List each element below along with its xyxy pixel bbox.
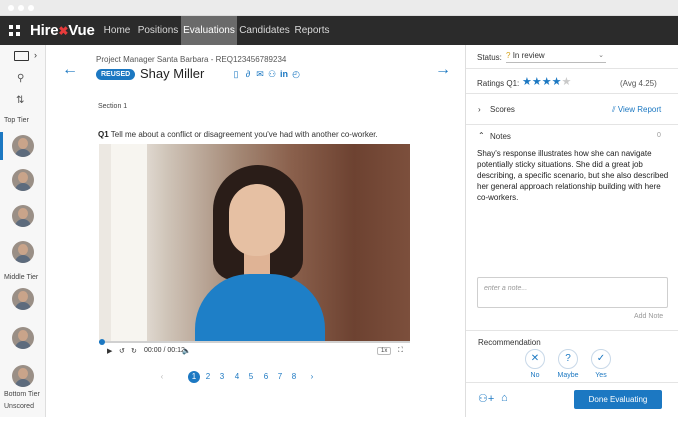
top-tier-label: Top Tier <box>4 117 29 124</box>
rewind-icon[interactable]: ↺ <box>119 347 125 355</box>
star-icon[interactable]: ★ <box>532 76 542 88</box>
evaluation-main: ← → Project Manager Santa Barbara - REQ1… <box>46 45 465 417</box>
notes-count: 0 <box>657 132 661 139</box>
selected-indicator <box>0 132 3 160</box>
question-icon: ? <box>558 349 578 369</box>
playback-speed[interactable]: 1x <box>377 347 392 355</box>
middle-tier-label: Middle Tier <box>4 274 39 281</box>
add-user-icon[interactable]: ⚇+ <box>478 392 494 405</box>
candidate-thumbnail[interactable] <box>12 241 34 263</box>
nav-candidates[interactable]: Candidates <box>237 16 292 45</box>
add-note-button[interactable]: Add Note <box>634 313 663 320</box>
sort-icon[interactable]: ⇅ <box>16 95 24 106</box>
list-view-icon[interactable] <box>14 51 29 61</box>
rating-stars[interactable]: ★★★★★ <box>522 75 571 88</box>
profile-icon[interactable]: ⚇ <box>266 69 278 80</box>
fullscreen-icon[interactable]: ⛶ <box>398 347 403 355</box>
page-bottom <box>0 417 678 435</box>
view-report-link[interactable]: ⫽ View Report <box>612 105 661 115</box>
evaluation-panel: Status: ? In review ⌄ Ratings Q1: ★★★★★ … <box>465 45 678 417</box>
window-dot-icon <box>18 5 24 11</box>
nav-positions[interactable]: Positions <box>134 16 182 45</box>
previous-candidate-arrow-icon[interactable]: ← <box>62 61 78 79</box>
pagination-next-icon[interactable]: › <box>306 371 318 383</box>
notes-text: Shay's response illustrates how she can … <box>477 149 669 202</box>
reused-badge: REUSED <box>96 69 136 80</box>
forward-icon[interactable]: ↻ <box>131 347 137 355</box>
question-text: Q1 Tell me about a conflict or disagreem… <box>98 130 378 139</box>
candidate-thumbnail[interactable] <box>12 327 34 349</box>
check-icon: ✓ <box>591 349 611 369</box>
volume-icon[interactable]: 🔈 <box>182 347 191 355</box>
candidate-thumbnail[interactable] <box>12 169 34 191</box>
ratings-row: Ratings Q1: ★★★★★ (Avg 4.25) <box>466 69 678 94</box>
search-icon[interactable]: ⚲ <box>17 73 24 84</box>
status-select[interactable]: ? In review ⌄ <box>506 51 606 63</box>
page-3[interactable]: 3 <box>216 371 228 383</box>
mail-icon[interactable]: ✉ <box>254 69 266 80</box>
candidate-name: Shay Miller <box>140 66 205 81</box>
status-row: Status: ? In review ⌄ <box>466 45 678 69</box>
chart-icon: ⫽ <box>612 105 616 114</box>
video-controls: ▶ ↺ ↻ 00:00 / 00:12 🔈 1x ⛶ <box>99 339 410 359</box>
scores-chevron-icon[interactable]: › <box>478 105 481 114</box>
status-icon: ? <box>506 51 511 60</box>
app-grid-icon[interactable] <box>9 25 20 36</box>
page-1[interactable]: 1 <box>188 371 200 383</box>
tag-icon[interactable]: ⌂ <box>501 392 508 404</box>
candidate-sidebar: › ⚲ ⇅ Top Tier Middle Tier Bottom Tier U… <box>0 45 46 417</box>
ratings-label: Ratings Q1: <box>477 79 520 88</box>
rating-average: (Avg 4.25) <box>620 79 657 88</box>
star-icon[interactable]: ★ <box>552 76 562 88</box>
done-evaluating-button[interactable]: Done Evaluating <box>574 390 662 409</box>
next-candidate-arrow-icon[interactable]: → <box>435 61 451 79</box>
candidate-thumbnail[interactable] <box>12 288 34 310</box>
nav-home[interactable]: Home <box>100 16 134 45</box>
candidate-tools: ▯ ∂ ✉ ⚇ in ◴ <box>230 69 302 80</box>
section-label: Section 1 <box>98 103 128 110</box>
attachment-icon[interactable]: ∂ <box>242 69 254 79</box>
candidate-thumbnail[interactable] <box>12 365 34 387</box>
bottom-tier-label: Bottom Tier <box>4 391 40 398</box>
requisition-title: Project Manager Santa Barbara - REQ12345… <box>96 55 287 64</box>
status-label: Status: <box>477 53 502 62</box>
nav-evaluations[interactable]: Evaluations <box>181 16 237 45</box>
notes-chevron-icon[interactable]: ⌃ <box>478 131 485 140</box>
video-scrubber[interactable] <box>99 339 106 345</box>
page-6[interactable]: 6 <box>260 371 272 383</box>
recommend-yes[interactable]: ✓ Yes <box>581 349 621 379</box>
page-4[interactable]: 4 <box>231 371 243 383</box>
history-icon[interactable]: ◴ <box>290 69 302 80</box>
document-icon[interactable]: ▯ <box>230 69 242 80</box>
chevron-down-icon: ⌄ <box>598 52 604 59</box>
hirevue-logo[interactable]: Hire✖Vue <box>30 20 95 41</box>
candidate-thumbnail[interactable] <box>12 135 34 157</box>
linkedin-icon[interactable]: in <box>278 69 290 79</box>
video-player[interactable] <box>99 144 410 341</box>
note-input[interactable]: enter a note... <box>477 277 668 308</box>
scores-label[interactable]: Scores <box>490 105 515 114</box>
page-8[interactable]: 8 <box>288 371 300 383</box>
play-icon[interactable]: ▶ <box>107 347 112 355</box>
browser-chrome <box>0 0 678 16</box>
star-icon[interactable]: ★ <box>562 76 572 88</box>
candidate-thumbnail[interactable] <box>12 205 34 227</box>
top-navbar: Hire✖Vue Home Positions Evaluations Cand… <box>0 16 678 45</box>
nav-reports[interactable]: Reports <box>292 16 332 45</box>
unscored-label: Unscored <box>4 403 34 410</box>
window-dot-icon <box>8 5 14 11</box>
page-5[interactable]: 5 <box>245 371 257 383</box>
pagination-prev-icon[interactable]: ‹ <box>156 371 168 383</box>
recommendation-label: Recommendation <box>478 338 541 347</box>
window-dot-icon <box>28 5 34 11</box>
video-time: 00:00 / 00:12 <box>144 347 185 354</box>
notes-label: Notes <box>490 132 511 141</box>
close-icon: ✕ <box>525 349 545 369</box>
chevron-right-icon[interactable]: › <box>34 50 37 60</box>
page-2[interactable]: 2 <box>202 371 214 383</box>
star-icon[interactable]: ★ <box>542 76 552 88</box>
star-icon[interactable]: ★ <box>522 76 532 88</box>
page-7[interactable]: 7 <box>274 371 286 383</box>
scores-row: › Scores ⫽ View Report <box>466 94 678 125</box>
